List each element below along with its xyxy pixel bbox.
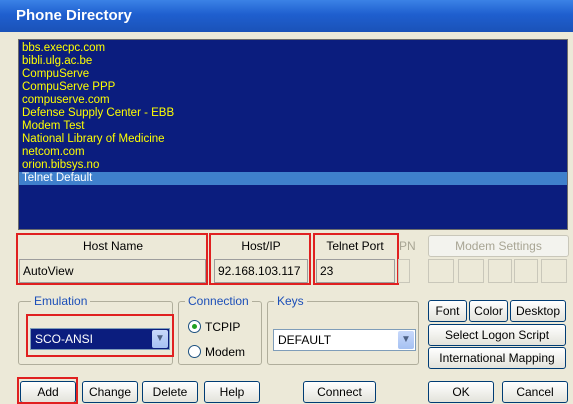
- modem-slot-1: [428, 259, 454, 283]
- keys-value: DEFAULT: [278, 333, 332, 347]
- connect-button[interactable]: Connect: [303, 381, 376, 403]
- telnet-port-field[interactable]: 23: [316, 259, 395, 283]
- modem-slot-5: [541, 259, 567, 283]
- list-item[interactable]: CompuServe PPP: [19, 81, 567, 94]
- change-button[interactable]: Change: [82, 381, 138, 403]
- add-highlight: [17, 377, 78, 404]
- radio-button[interactable]: [188, 320, 201, 333]
- chevron-down-icon[interactable]: ▼: [398, 331, 414, 349]
- list-item[interactable]: bibli.ulg.ac.be: [19, 55, 567, 68]
- list-item[interactable]: Defense Supply Center - EBB: [19, 107, 567, 120]
- list-item[interactable]: CompuServe: [19, 68, 567, 81]
- tcpip-radio[interactable]: TCPIP: [188, 319, 258, 335]
- cancel-button[interactable]: Cancel: [502, 381, 568, 403]
- phone-directory-list[interactable]: bbs.execpc.com bibli.ulg.ac.be CompuServe C…: [18, 39, 568, 230]
- keys-select[interactable]: DEFAULT ▼: [273, 329, 416, 351]
- font-button[interactable]: Font: [428, 300, 467, 322]
- list-item[interactable]: Telnet Default: [19, 172, 567, 185]
- tcpip-label: TCPIP: [205, 320, 241, 334]
- keys-legend: Keys: [274, 294, 307, 308]
- delete-button[interactable]: Delete: [142, 381, 198, 403]
- pn-header: PN: [399, 239, 416, 253]
- modem-settings-button[interactable]: Modem Settings: [428, 235, 569, 257]
- list-item[interactable]: compuserve.com: [19, 94, 567, 107]
- international-mapping-button[interactable]: International Mapping: [428, 347, 566, 369]
- modem-radio[interactable]: Modem: [188, 344, 258, 360]
- ok-button[interactable]: OK: [428, 381, 494, 403]
- connection-legend: Connection: [185, 294, 252, 308]
- emulation-highlight: [26, 314, 174, 357]
- radio-selected-dot: [192, 324, 197, 329]
- help-button[interactable]: Help: [204, 381, 260, 403]
- modem-slot-4: [514, 259, 538, 283]
- window-title-bar: Phone Directory: [0, 0, 573, 32]
- modem-label: Modem: [205, 345, 246, 359]
- list-item[interactable]: National Library of Medicine: [19, 133, 567, 146]
- color-button[interactable]: Color: [469, 300, 508, 322]
- select-logon-script-button[interactable]: Select Logon Script: [428, 324, 566, 346]
- list-item[interactable]: Modem Test: [19, 120, 567, 133]
- host-ip-field[interactable]: 92.168.103.117: [214, 259, 308, 283]
- list-item[interactable]: netcom.com: [19, 146, 567, 159]
- host-name-field[interactable]: AutoView: [19, 259, 206, 283]
- desktop-button[interactable]: Desktop: [510, 300, 566, 322]
- modem-slot-2: [458, 259, 484, 283]
- list-item[interactable]: bbs.execpc.com: [19, 42, 567, 55]
- emulation-legend: Emulation: [31, 294, 91, 308]
- window-title: Phone Directory: [16, 7, 132, 24]
- modem-slot-3: [488, 259, 512, 283]
- pn-field: [398, 259, 410, 283]
- radio-button[interactable]: [188, 345, 201, 358]
- list-item[interactable]: orion.bibsys.no: [19, 159, 567, 172]
